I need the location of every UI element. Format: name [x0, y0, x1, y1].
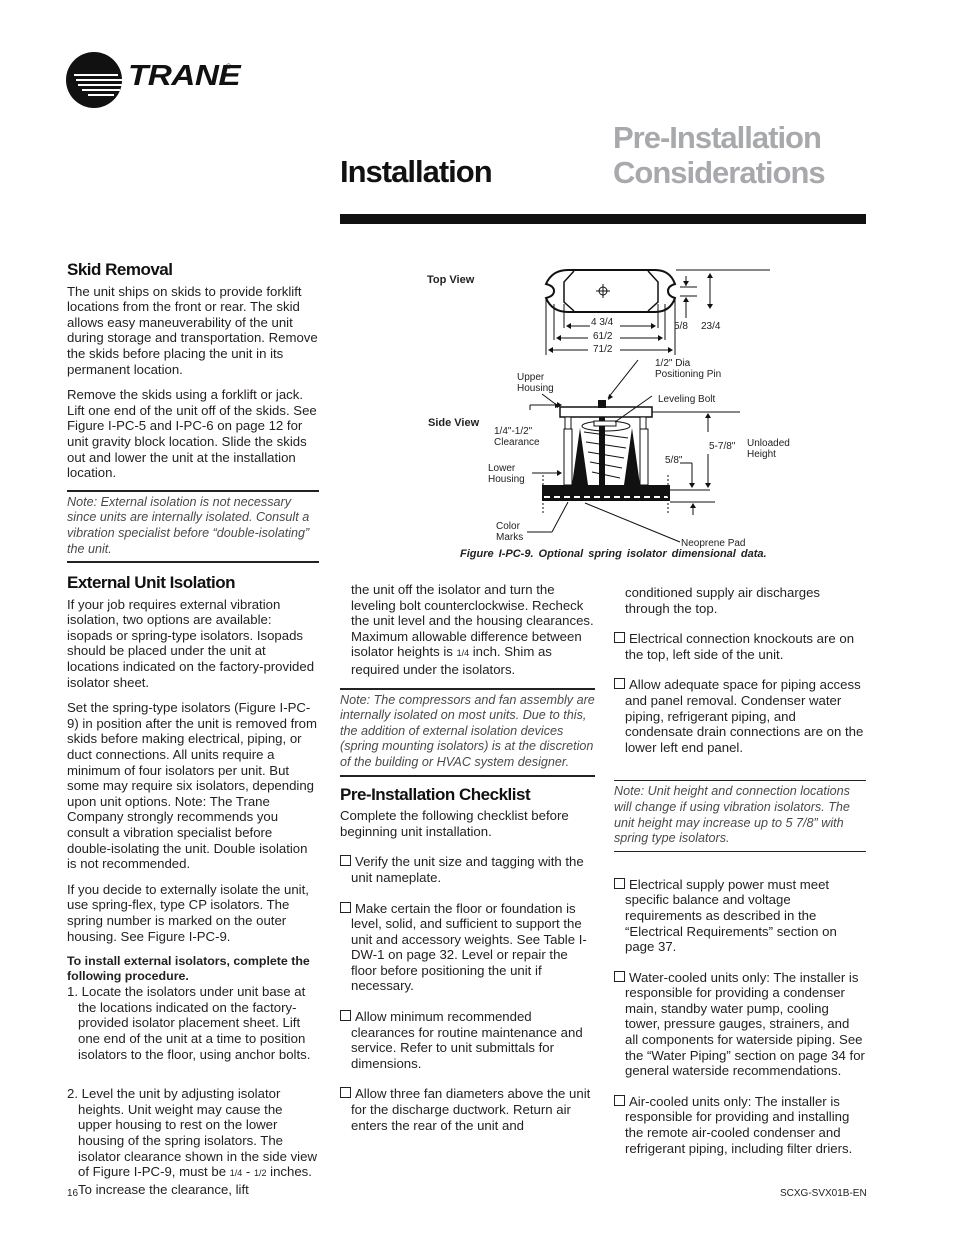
checkbox-icon[interactable]	[614, 632, 625, 644]
unit-height-note: Note: Unit height and connection locatio…	[614, 784, 850, 846]
isolator-diagram	[527, 269, 770, 543]
checkbox-icon[interactable]	[340, 901, 351, 913]
checkbox-icon[interactable]	[614, 877, 625, 889]
checkbox-icon[interactable]	[614, 970, 625, 982]
divider	[340, 774, 595, 777]
skid-paragraph-1: The unit ships on skids to provide forkl…	[67, 283, 318, 377]
title-rule	[340, 214, 866, 224]
checklist-item[interactable]: Electrical supply power must meet specif…	[614, 877, 866, 955]
subtitle-line-1: Pre-Installation	[613, 120, 822, 155]
checkbox-icon[interactable]	[614, 678, 625, 690]
dim-6-1-2: 61/2	[593, 331, 613, 342]
procedure-step-1: 1. Locate the isolators under unit base …	[67, 984, 311, 1062]
compressor-note: Note: The compressors and fan assembly a…	[340, 692, 595, 769]
checklist-item[interactable]: Allow adequate space for piping access a…	[614, 677, 866, 755]
checklist-item[interactable]: Water-cooled units only: The installer i…	[614, 970, 866, 1079]
external-isolation-heading: External Unit Isolation	[67, 573, 235, 593]
procedure-heading: To install external isolators, complete …	[67, 954, 310, 984]
registered-mark: ®	[226, 64, 232, 71]
trane-logo-wordmark: TRANE	[128, 60, 241, 92]
checklist-item[interactable]: Electrical connection knockouts are on t…	[614, 631, 866, 662]
divider	[614, 850, 866, 852]
right-column: conditioned supply air discharges throug…	[614, 585, 866, 1171]
middle-column: the unit off the isolator and turn the l…	[340, 582, 595, 1148]
top-view-label: Top View	[427, 274, 475, 286]
isolator-side-view	[542, 400, 670, 515]
isolation-paragraph-1: If your job requires external vibration …	[67, 596, 315, 690]
isolator-top-view	[544, 269, 677, 313]
checklist-intro: Complete the following checklist before …	[340, 808, 569, 839]
isolation-paragraph-3: If you decide to externally isolate the …	[67, 881, 309, 944]
upper-housing-label: Upper Housing	[517, 372, 554, 394]
checkbox-icon[interactable]	[340, 1087, 351, 1099]
checkbox-icon[interactable]	[614, 1094, 625, 1106]
dim-2-3-4: 23/4	[701, 321, 721, 332]
page-number: 16	[67, 1188, 79, 1199]
procedure-step-2-continued: the unit off the isolator and turn the l…	[351, 582, 594, 677]
height-5-7-8: 5-7/8"	[709, 441, 736, 452]
side-view-label: Side View	[428, 417, 480, 429]
dim-5-8: 5/8	[674, 321, 688, 332]
pad-height-label: 5/8"	[665, 455, 683, 466]
checklist-item[interactable]: Make certain the floor or foundation is …	[340, 901, 595, 995]
trane-logo-emblem	[66, 52, 122, 108]
color-marks-label: Color Marks	[496, 521, 524, 543]
checklist-item[interactable]: Air-cooled units only: The installer is …	[614, 1094, 866, 1156]
checklist-item[interactable]: Allow minimum recommended clearances for…	[340, 1009, 595, 1071]
clearance-label: 1/4"-1/2" Clearance	[494, 426, 540, 448]
dim-7-1-2: 71/2	[593, 344, 613, 355]
skid-note: Note: External isolation is not necessar…	[67, 494, 310, 556]
checklist-item-continued: conditioned supply air discharges throug…	[625, 585, 820, 616]
figure-caption: Figure I-PC-9. Optional spring isolator …	[460, 548, 767, 560]
skid-paragraph-2: Remove the skids using a forklift or jac…	[67, 387, 317, 481]
skid-removal-heading: Skid Removal	[67, 260, 173, 279]
checklist-item[interactable]: Allow three fan diameters above the unit…	[340, 1086, 595, 1133]
leveling-bolt-label: Leveling Bolt	[658, 394, 716, 405]
section-title: Installation	[340, 154, 493, 189]
checkbox-icon[interactable]	[340, 855, 351, 867]
procedure-step-2: 2. Level the unit by adjusting isolator …	[67, 1086, 317, 1197]
page-subtitle: Pre-Installation Considerations	[613, 120, 826, 190]
subtitle-line-2: Considerations	[613, 155, 826, 190]
dim-4-3-4: 4 3/4	[591, 317, 614, 328]
pin-label: 1/2" Dia Positioning Pin	[655, 358, 722, 380]
isolation-paragraph-2: Set the spring-type isolators (Figure I-…	[67, 700, 317, 872]
unloaded-height-label: Unloaded Height	[747, 438, 790, 460]
checklist-heading: Pre-Installation Checklist	[340, 784, 531, 804]
document-code: SCXG-SVX01B-EN	[780, 1188, 867, 1199]
divider	[67, 561, 319, 564]
checkbox-icon[interactable]	[340, 1010, 351, 1022]
lower-housing-label: Lower Housing	[488, 463, 525, 485]
checklist-item[interactable]: Verify the unit size and tagging with th…	[340, 854, 595, 885]
left-column: Skid Removal The unit ships on skids to …	[67, 260, 319, 1197]
